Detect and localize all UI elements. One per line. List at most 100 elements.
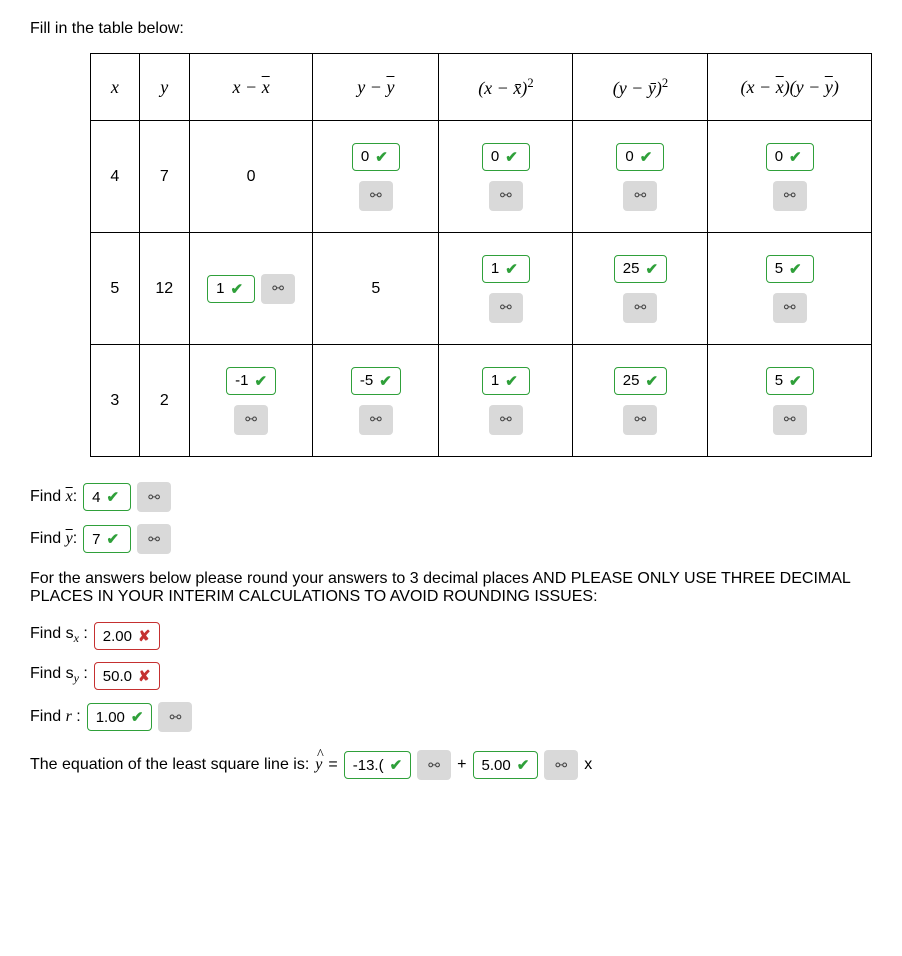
header-y: y: [139, 54, 189, 121]
check-icon: ✔: [106, 488, 119, 506]
retry-button[interactable]: ⚯: [544, 750, 578, 780]
cell-y-minus-ybar: -5✔ ⚯: [313, 345, 439, 457]
sx-input[interactable]: 2.00✘: [94, 622, 160, 650]
answer-input[interactable]: 1✔: [482, 255, 530, 283]
regression-equation-line: The equation of the least square line is…: [30, 750, 872, 780]
retry-button[interactable]: ⚯: [773, 405, 807, 435]
equation-text: The equation of the least square line is…: [30, 756, 309, 774]
label-find-ybar: Find y:: [30, 530, 77, 548]
cell-product: 0✔ ⚯: [708, 121, 872, 233]
rounding-note: For the answers below please round your …: [30, 570, 872, 606]
cell-x-minus-xbar: 0: [189, 121, 313, 233]
find-xbar-line: Find x: 4✔ ⚯: [30, 482, 872, 512]
check-icon: ✔: [789, 148, 802, 166]
find-ybar-line: Find y: 7✔ ⚯: [30, 524, 872, 554]
answer-input[interactable]: 0✔: [482, 143, 530, 171]
cell-y: 12: [139, 233, 189, 345]
cell-product: 5✔ ⚯: [708, 233, 872, 345]
retry-button[interactable]: ⚯: [623, 181, 657, 211]
check-icon: ✔: [505, 372, 518, 390]
y-hat: y: [315, 756, 322, 774]
slope-input[interactable]: 5.00✔: [473, 751, 539, 779]
cell-y: 2: [139, 345, 189, 457]
retry-button[interactable]: ⚯: [623, 293, 657, 323]
retry-button[interactable]: ⚯: [158, 702, 192, 732]
cell-y-minus-ybar: 5: [313, 233, 439, 345]
cell-y-minus-ybar: 0✔ ⚯: [313, 121, 439, 233]
table-row: 3 2 -1✔ ⚯ -5✔ ⚯ 1✔ ⚯: [91, 345, 872, 457]
cell-x-minus-xbar: -1✔ ⚯: [189, 345, 313, 457]
data-table: x y x − x y − y (x − x̄)2 (y − ȳ)2 (x − …: [90, 53, 872, 457]
answer-input[interactable]: 1✔: [207, 275, 255, 303]
check-icon: ✔: [517, 756, 530, 774]
check-icon: ✔: [131, 708, 144, 726]
find-r-line: Find r : 1.00✔ ⚯: [30, 702, 872, 732]
equals-sign: =: [328, 756, 337, 774]
header-x: x: [91, 54, 140, 121]
header-y-minus-ybar-sq: (y − ȳ)2: [573, 54, 708, 121]
r-input[interactable]: 1.00✔: [87, 703, 153, 731]
cross-icon: ✘: [138, 667, 151, 685]
find-sx-line: Find sx : 2.00✘: [30, 622, 872, 650]
answer-input[interactable]: -1✔: [226, 367, 276, 395]
answer-input[interactable]: 0✔: [766, 143, 814, 171]
cell-x: 5: [91, 233, 140, 345]
check-icon: ✔: [505, 148, 518, 166]
check-icon: ✔: [106, 530, 119, 548]
label-find-sx: Find sx :: [30, 625, 88, 646]
check-icon: ✔: [640, 148, 653, 166]
retry-button[interactable]: ⚯: [359, 405, 393, 435]
cell-x: 3: [91, 345, 140, 457]
retry-button[interactable]: ⚯: [489, 405, 523, 435]
header-product: (x − x)(y − y): [708, 54, 872, 121]
header-x-minus-xbar: x − x: [189, 54, 313, 121]
retry-button[interactable]: ⚯: [773, 293, 807, 323]
cross-icon: ✘: [138, 627, 151, 645]
retry-button[interactable]: ⚯: [489, 293, 523, 323]
plain-value: 0: [247, 168, 256, 186]
retry-button[interactable]: ⚯: [773, 181, 807, 211]
retry-button[interactable]: ⚯: [489, 181, 523, 211]
answer-input[interactable]: 5✔: [766, 255, 814, 283]
instruction-text: Fill in the table below:: [30, 20, 872, 38]
ybar-input[interactable]: 7✔: [83, 525, 131, 553]
label-find-xbar: Find x:: [30, 488, 77, 506]
sy-input[interactable]: 50.0✘: [94, 662, 160, 690]
cell-product: 5✔ ⚯: [708, 345, 872, 457]
cell-x: 4: [91, 121, 140, 233]
answer-input[interactable]: 5✔: [766, 367, 814, 395]
check-icon: ✔: [390, 756, 403, 774]
answer-input[interactable]: -5✔: [351, 367, 401, 395]
check-icon: ✔: [505, 260, 518, 278]
check-icon: ✔: [379, 372, 392, 390]
answer-input[interactable]: 0✔: [352, 143, 400, 171]
intercept-input[interactable]: -13.(✔: [344, 751, 411, 779]
check-icon: ✔: [645, 260, 658, 278]
cell-y-minus-ybar-sq: 25✔ ⚯: [573, 345, 708, 457]
retry-button[interactable]: ⚯: [261, 274, 295, 304]
cell-y: 7: [139, 121, 189, 233]
check-icon: ✔: [645, 372, 658, 390]
retry-button[interactable]: ⚯: [623, 405, 657, 435]
find-sy-line: Find sy : 50.0✘: [30, 662, 872, 690]
label-find-r: Find r :: [30, 708, 81, 726]
retry-button[interactable]: ⚯: [137, 482, 171, 512]
answer-input[interactable]: 25✔: [614, 255, 667, 283]
retry-button[interactable]: ⚯: [234, 405, 268, 435]
retry-button[interactable]: ⚯: [417, 750, 451, 780]
answer-input[interactable]: 1✔: [482, 367, 530, 395]
cell-x-minus-xbar-sq: 0✔ ⚯: [439, 121, 573, 233]
answer-input[interactable]: 0✔: [616, 143, 664, 171]
cell-x-minus-xbar-sq: 1✔ ⚯: [439, 345, 573, 457]
cell-x-minus-xbar: 1✔ ⚯: [189, 233, 313, 345]
check-icon: ✔: [230, 280, 243, 298]
answer-input[interactable]: 25✔: [614, 367, 667, 395]
header-x-minus-xbar-sq: (x − x̄)2: [439, 54, 573, 121]
check-icon: ✔: [789, 260, 802, 278]
cell-y-minus-ybar-sq: 25✔ ⚯: [573, 233, 708, 345]
retry-button[interactable]: ⚯: [137, 524, 171, 554]
check-icon: ✔: [375, 148, 388, 166]
check-icon: ✔: [789, 372, 802, 390]
xbar-input[interactable]: 4✔: [83, 483, 131, 511]
retry-button[interactable]: ⚯: [359, 181, 393, 211]
